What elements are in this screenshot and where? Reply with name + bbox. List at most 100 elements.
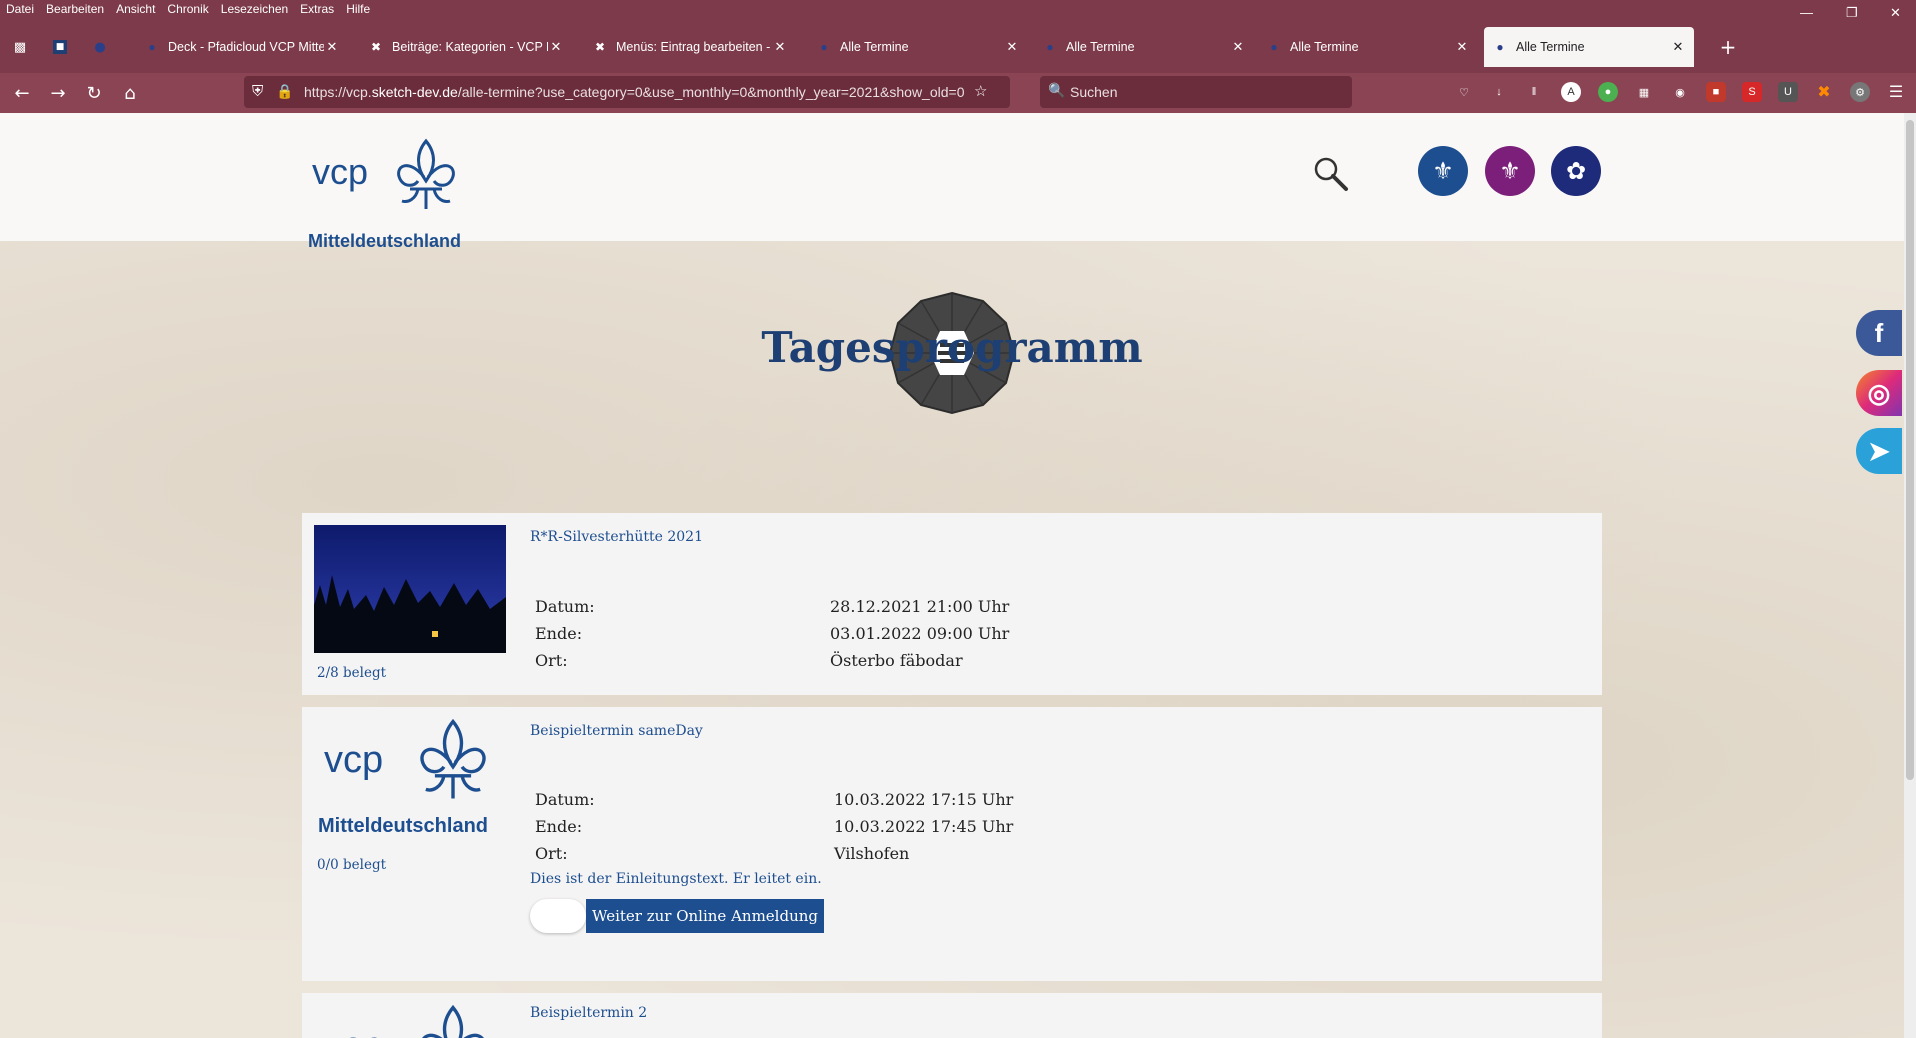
tab-label: Alle Termine — [1290, 40, 1359, 54]
event-logo-image: vcp — [320, 1003, 505, 1038]
close-icon[interactable]: ✕ — [324, 39, 340, 55]
menu-ansicht[interactable]: Ansicht — [110, 0, 161, 19]
wosm-emblem-icon[interactable]: ⚜ — [1485, 146, 1535, 196]
menu-bearbeiten[interactable]: Bearbeiten — [40, 0, 110, 19]
extension-x-icon[interactable]: ✖ — [1814, 82, 1834, 102]
logo-wordmark: vcp — [324, 739, 384, 781]
event-date: 28.12.2021 21:00 Uhr — [830, 597, 1010, 616]
event-end: 03.01.2022 09:00 Uhr — [830, 624, 1010, 643]
tab-alle-termine-active[interactable]: ● Alle Termine ✕ — [1484, 27, 1694, 67]
menu-hilfe[interactable]: Hilfe — [340, 0, 376, 19]
pocket-icon[interactable]: ♡ — [1454, 82, 1474, 102]
extension-a-icon[interactable]: A — [1561, 82, 1581, 102]
pinned-tab-1[interactable]: ▩ — [6, 33, 34, 61]
menu-chronik[interactable]: Chronik — [161, 0, 214, 19]
close-icon[interactable]: ✕ — [1454, 39, 1470, 55]
tab-beitraege[interactable]: ✖ Beiträge: Kategorien - VCP Mitt ✕ — [360, 27, 572, 67]
hamburger-menu-icon[interactable]: ☰ — [1886, 82, 1906, 102]
tab-menues[interactable]: ✖ Menüs: Eintrag bearbeiten - VCP ✕ — [584, 27, 796, 67]
event-logo-image: vcp Mitteldeutschland — [318, 717, 505, 837]
vcp-emblem-icon[interactable]: ⚜ — [1418, 146, 1468, 196]
pinned-tab-3[interactable]: ● — [86, 33, 114, 61]
menu-datei[interactable]: Datei — [0, 0, 40, 19]
lily-icon — [420, 718, 486, 799]
event-intro-text: Dies ist der Einleitungstext. Er leitet … — [530, 871, 822, 887]
event-title-link[interactable]: Beispieltermin sameDay — [530, 723, 703, 739]
close-icon[interactable]: ✕ — [772, 39, 788, 55]
instagram-icon[interactable]: ◎ — [1856, 370, 1902, 416]
extension-chrome-icon[interactable]: ● — [1598, 82, 1618, 102]
pinned-app-icon: ■ — [52, 40, 68, 54]
joomla-icon: ✖ — [370, 40, 382, 54]
shield-icon[interactable]: ⛨ — [252, 83, 263, 100]
library-icon[interactable]: ‖ — [1524, 82, 1544, 102]
close-icon[interactable]: ✕ — [548, 39, 564, 55]
event-end: 10.03.2022 17:45 Uhr — [834, 817, 1014, 836]
event-place: Vilshofen — [834, 844, 910, 863]
vcp-icon: ● — [148, 40, 156, 54]
back-icon[interactable]: ← — [8, 79, 36, 107]
bookmark-star-icon[interactable]: ☆ — [974, 82, 987, 100]
tab-label: Alle Termine — [1066, 40, 1135, 54]
tab-label: Menüs: Eintrag bearbeiten - VCP — [616, 40, 772, 54]
web-page: vcp Mitteldeutschland ⚜ ⚜ ✿ Tagesprogram… — [0, 113, 1916, 1038]
lock-icon[interactable]: 🔒 — [276, 83, 293, 100]
logo-wordmark: vcp — [324, 1025, 383, 1038]
telegram-icon[interactable]: ➤ — [1856, 428, 1902, 474]
extension-s-icon[interactable]: S — [1742, 82, 1762, 102]
page-title: Tagesprogramm — [761, 323, 1143, 372]
label-date: Datum: — [535, 790, 595, 809]
tab-label: Alle Termine — [840, 40, 909, 54]
lily-icon — [422, 1004, 484, 1038]
pinned-app-icon: ● — [94, 39, 106, 55]
online-registration-button[interactable]: Weiter zur Online Anmeldung — [586, 899, 824, 933]
facebook-icon[interactable]: f — [1856, 310, 1902, 356]
menubar: Datei Bearbeiten Ansicht Chronik Lesezeichen… — [0, 0, 1916, 20]
tab-label: Beiträge: Kategorien - VCP Mitt — [392, 40, 548, 54]
extension-red-icon[interactable]: ■ — [1706, 82, 1726, 102]
site-search-icon[interactable] — [1312, 155, 1352, 195]
scrollbar-thumb[interactable] — [1906, 120, 1914, 780]
search-bar[interactable]: 🔍 Suchen — [1040, 76, 1352, 108]
search-placeholder: Suchen — [1070, 84, 1118, 100]
close-icon[interactable]: ✕ — [1230, 39, 1246, 55]
menu-lesezeichen[interactable]: Lesezeichen — [215, 0, 294, 19]
new-tab-icon[interactable]: + — [1714, 33, 1742, 61]
event-card-1: 2/8 belegt R*R-Silvesterhütte 2021 Datum… — [302, 513, 1602, 695]
occupancy: 2/8 belegt — [317, 665, 387, 681]
forward-icon[interactable]: → — [44, 79, 72, 107]
event-card-2: vcp Mitteldeutschland 0/0 belegt Beispie… — [302, 707, 1602, 981]
vcp-icon: ● — [1270, 40, 1278, 54]
extension-grid-icon[interactable]: ▦ — [1634, 82, 1654, 102]
extension-eye-icon[interactable]: ◉ — [1670, 82, 1690, 102]
url-text: https://vcp.sketch-dev.de/alle-termine?u… — [304, 84, 965, 100]
reload-icon[interactable]: ↻ — [80, 79, 108, 107]
label-date: Datum: — [535, 597, 595, 616]
url-bar[interactable]: ⛨ 🔒 https://vcp.sketch-dev.de/alle-termi… — [244, 76, 1010, 108]
tab-bar: ▩ ■ ● ● Deck - Pfadicloud VCP Mitteldeu … — [0, 19, 1916, 73]
event-title-link[interactable]: Beispieltermin 2 — [530, 1005, 647, 1021]
label-end: Ende: — [535, 624, 583, 643]
site-header — [0, 113, 1916, 241]
extension-counter-icon[interactable]: ⚙ — [1850, 82, 1870, 102]
label-place: Ort: — [535, 844, 568, 863]
tab-deck[interactable]: ● Deck - Pfadicloud VCP Mitteldeu ✕ — [136, 27, 348, 67]
event-title-link[interactable]: R*R-Silvesterhütte 2021 — [530, 529, 703, 545]
download-icon[interactable]: ↓ — [1489, 82, 1509, 102]
tab-alle-termine-2[interactable]: ● Alle Termine ✕ — [1034, 27, 1254, 67]
label-place: Ort: — [535, 651, 568, 670]
close-icon[interactable]: ✕ — [1670, 39, 1686, 55]
wagggs-emblem-icon[interactable]: ✿ — [1551, 146, 1601, 196]
tab-alle-termine-1[interactable]: ● Alle Termine ✕ — [808, 27, 1028, 67]
tab-alle-termine-3[interactable]: ● Alle Termine ✕ — [1258, 27, 1478, 67]
close-icon[interactable]: ✕ — [1004, 39, 1020, 55]
occupancy: 0/0 belegt — [317, 857, 387, 873]
menu-extras[interactable]: Extras — [294, 0, 340, 19]
pinned-app-icon: ▩ — [13, 39, 27, 55]
vcp-icon: ● — [1046, 40, 1054, 54]
home-icon[interactable]: ⌂ — [116, 79, 144, 107]
pinned-tab-2[interactable]: ■ — [46, 33, 74, 61]
logo-region: Mitteldeutschland — [308, 231, 462, 251]
extension-ublock-icon[interactable]: U — [1778, 82, 1798, 102]
toggle-switch[interactable] — [530, 899, 586, 933]
